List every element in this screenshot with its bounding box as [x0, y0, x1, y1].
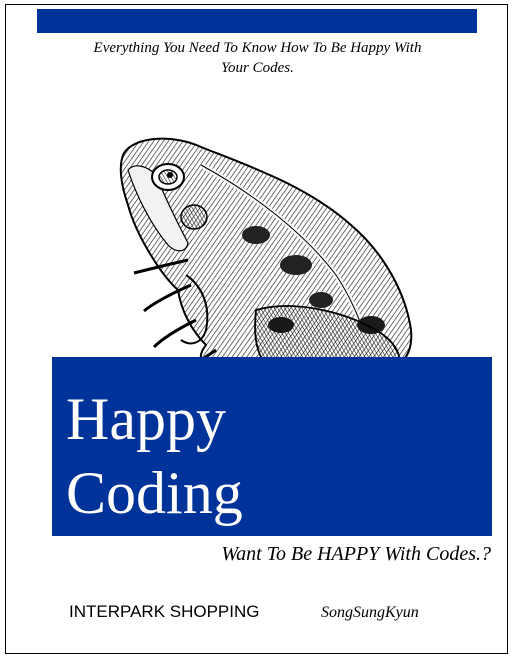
title-block: Happy Coding: [52, 357, 492, 536]
publisher-name: INTERPARK SHOPPING: [69, 602, 260, 621]
frog-icon: [119, 137, 413, 385]
author-name: SongSungKyun: [321, 604, 419, 621]
book-cover: Everything You Need To Know How To Be Ha…: [5, 4, 508, 654]
cover-tagline: Everything You Need To Know How To Be Ha…: [26, 38, 489, 78]
tagline-line-2: Your Codes.: [221, 60, 294, 76]
top-accent-bar: [37, 9, 477, 33]
title-line-2: Coding: [66, 460, 243, 526]
title-line-1: Happy: [66, 386, 226, 452]
tagline-line-1: Everything You Need To Know How To Be Ha…: [93, 40, 422, 56]
cover-subtitle: Want To Be HAPPY With Codes.?: [221, 543, 491, 565]
